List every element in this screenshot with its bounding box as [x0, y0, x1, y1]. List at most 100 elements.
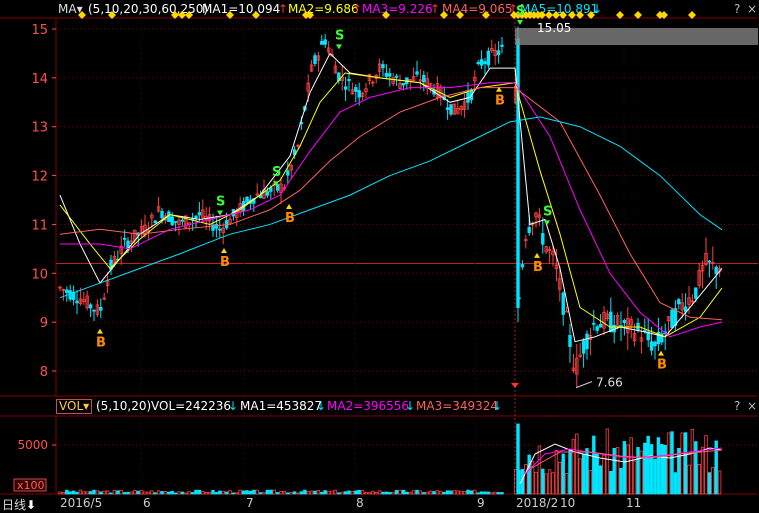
candle-body[interactable] — [153, 220, 157, 224]
candle-body[interactable] — [357, 90, 361, 98]
volume-bar[interactable] — [167, 491, 171, 495]
volume-bar[interactable] — [439, 491, 443, 495]
candle-body[interactable] — [636, 322, 640, 331]
volume-bar[interactable] — [700, 446, 705, 495]
vol-close-button[interactable]: × — [747, 399, 757, 413]
candle-body[interactable] — [265, 191, 270, 196]
candle-body[interactable] — [381, 64, 385, 69]
volume-bar[interactable] — [687, 464, 691, 495]
volume-bar[interactable] — [129, 491, 134, 495]
candle-body[interactable] — [88, 304, 93, 309]
volume-bar[interactable] — [333, 489, 338, 495]
sell-signal[interactable]: S — [272, 165, 281, 180]
candle-body[interactable] — [275, 184, 280, 191]
volume-bar[interactable] — [490, 492, 494, 495]
volume-bar[interactable] — [258, 492, 263, 495]
candle-body[interactable] — [598, 323, 603, 328]
volume-bar[interactable] — [75, 491, 79, 495]
volume-bar[interactable] — [694, 441, 698, 495]
volume-bar[interactable] — [537, 445, 542, 495]
volume-bar[interactable] — [605, 428, 610, 495]
volume-bar[interactable] — [306, 491, 310, 495]
sell-signal[interactable]: S — [335, 28, 344, 43]
volume-bar[interactable] — [282, 490, 287, 495]
volume-bar[interactable] — [500, 492, 504, 495]
volume-bar[interactable] — [673, 472, 678, 495]
volume-bar[interactable] — [649, 444, 654, 495]
volume-bar[interactable] — [248, 490, 253, 495]
candle-body[interactable] — [653, 341, 657, 347]
volume-bar[interactable] — [581, 454, 586, 495]
volume-bar[interactable] — [704, 435, 708, 495]
candle-body[interactable] — [197, 212, 202, 216]
volume-bar[interactable] — [265, 489, 270, 495]
volume-bar[interactable] — [85, 491, 89, 495]
volume-bar[interactable] — [262, 491, 266, 495]
vol-params[interactable]: (5,10,20) — [96, 399, 151, 413]
volume-bar[interactable] — [299, 491, 304, 495]
candle-body[interactable] — [486, 50, 491, 66]
volume-bar[interactable] — [609, 470, 613, 495]
volume-bar[interactable] — [398, 489, 402, 495]
candle-body[interactable] — [75, 300, 79, 304]
candle-body[interactable] — [449, 104, 453, 115]
volume-bar[interactable] — [357, 489, 361, 495]
volume-bar[interactable] — [445, 490, 450, 495]
candle-body[interactable] — [180, 219, 185, 222]
buy-signal[interactable]: B — [533, 260, 543, 275]
volume-bar[interactable] — [241, 490, 246, 495]
volume-bar[interactable] — [255, 489, 259, 495]
volume-bar[interactable] — [347, 490, 351, 495]
volume-bar[interactable] — [469, 490, 474, 495]
volume-bar[interactable] — [146, 491, 151, 495]
volume-bar[interactable] — [619, 467, 623, 495]
volume-bar[interactable] — [364, 492, 368, 495]
buy-signal[interactable]: B — [220, 255, 230, 270]
candle-body[interactable] — [286, 170, 290, 176]
candle-body[interactable] — [581, 340, 586, 354]
volume-bar[interactable] — [561, 453, 565, 495]
candle-body[interactable] — [173, 221, 178, 223]
candle-body[interactable] — [99, 306, 103, 311]
candle-body[interactable] — [595, 326, 599, 331]
candle-body[interactable] — [320, 40, 324, 45]
volume-bar[interactable] — [516, 423, 520, 495]
candle-body[interactable] — [170, 216, 174, 226]
vol-selector[interactable]: VOL▾ — [56, 399, 93, 414]
volume-bar[interactable] — [626, 444, 630, 495]
volume-bar[interactable] — [313, 490, 317, 495]
candle-body[interactable] — [323, 39, 327, 45]
volume-bar[interactable] — [190, 492, 195, 495]
candle-body[interactable] — [592, 322, 596, 325]
volume-bar[interactable] — [238, 489, 242, 495]
candle-body[interactable] — [561, 292, 565, 315]
volume-bar[interactable] — [656, 437, 661, 495]
buy-signal[interactable]: B — [657, 358, 667, 373]
volume-bar[interactable] — [381, 491, 385, 495]
volume-bar[interactable] — [286, 492, 290, 495]
volume-bar[interactable] — [275, 492, 280, 495]
volume-bar[interactable] — [391, 491, 395, 495]
volume-bar[interactable] — [289, 492, 293, 495]
candle-body[interactable] — [92, 309, 96, 312]
candle-body[interactable] — [527, 227, 531, 234]
volume-bar[interactable] — [61, 491, 66, 495]
volume-bar[interactable] — [462, 491, 467, 495]
candle-body[interactable] — [214, 224, 219, 229]
volume-bar[interactable] — [133, 490, 137, 495]
candle-body[interactable] — [313, 55, 317, 65]
volume-bar[interactable] — [354, 490, 358, 495]
volume-bar[interactable] — [595, 452, 599, 495]
volume-bar[interactable] — [432, 491, 436, 495]
volume-bar[interactable] — [544, 473, 548, 495]
volume-bar[interactable] — [677, 447, 681, 495]
volume-bar[interactable] — [558, 461, 562, 495]
candle-body[interactable] — [160, 210, 164, 219]
volume-bar[interactable] — [78, 489, 83, 495]
volume-bar[interactable] — [578, 458, 582, 495]
volume-bar[interactable] — [527, 454, 531, 495]
volume-bar[interactable] — [415, 489, 419, 495]
volume-bar[interactable] — [636, 446, 640, 495]
volume-bar[interactable] — [126, 491, 130, 495]
volume-bar[interactable] — [571, 438, 576, 495]
